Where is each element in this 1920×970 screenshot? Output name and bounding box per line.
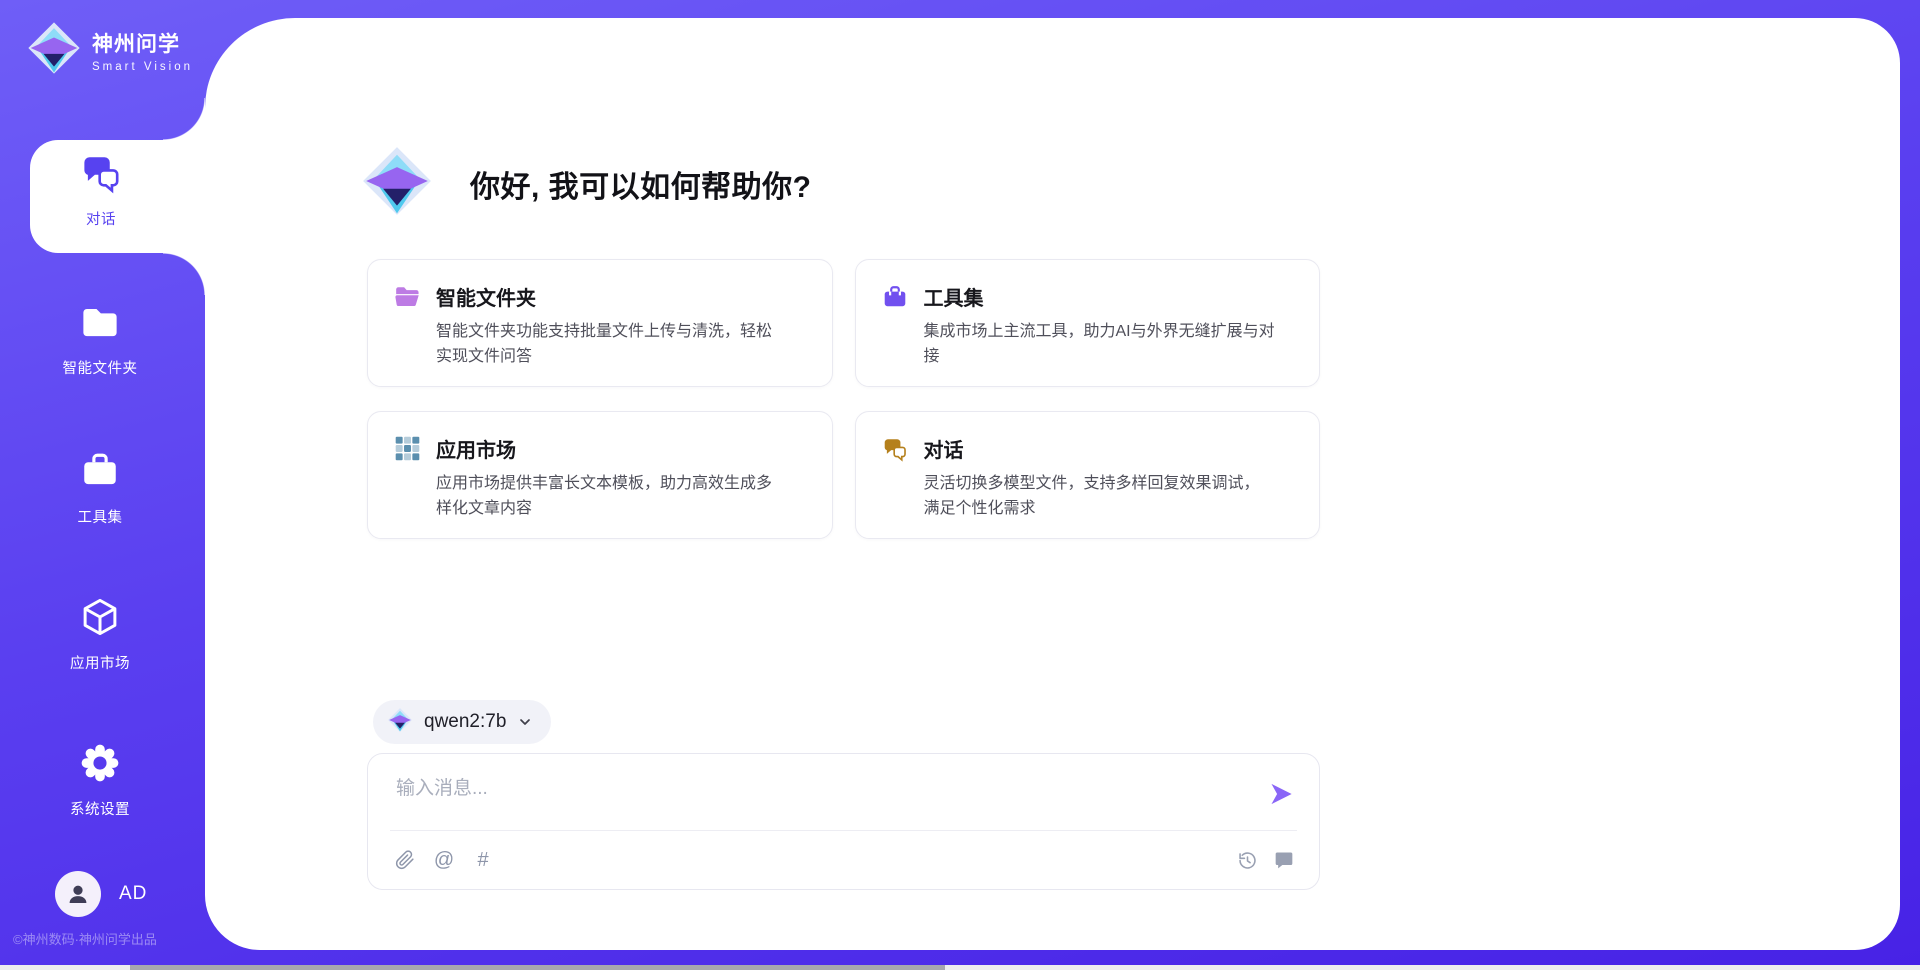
- sidebar-item-settings[interactable]: 系统设置: [0, 742, 200, 819]
- tab-fillet-bottom: [163, 253, 205, 295]
- sidebar-item-toolset[interactable]: 工具集: [0, 450, 200, 527]
- message-composer: @ #: [367, 753, 1320, 890]
- hashtag-icon[interactable]: #: [472, 849, 494, 871]
- card-smart-folder[interactable]: 智能文件夹 智能文件夹功能支持批量文件上传与清洗，轻松实现文件问答: [367, 259, 833, 387]
- card-description: 集成市场上主流工具，助力AI与外界无缝扩展与对接: [924, 320, 1294, 370]
- brand-subtitle: Smart Vision: [92, 61, 193, 73]
- horizontal-scrollbar-thumb[interactable]: [130, 965, 945, 970]
- message-input[interactable]: [394, 770, 1258, 808]
- folder-icon: [79, 303, 121, 348]
- card-chat[interactable]: 对话 灵活切换多模型文件，支持多样回复效果调试，满足个性化需求: [855, 411, 1321, 539]
- sidebar-item-app-market[interactable]: 应用市场: [0, 596, 200, 673]
- card-description: 智能文件夹功能支持批量文件上传与清洗，轻松实现文件问答: [436, 320, 806, 370]
- brand: 神州问学 Smart Vision: [26, 20, 193, 81]
- assistant-logo-icon: [360, 144, 434, 223]
- gear-icon: [79, 742, 121, 789]
- card-title: 对话: [924, 434, 964, 463]
- user-account[interactable]: AD: [55, 871, 147, 917]
- brand-logo-icon: [26, 20, 82, 81]
- greeting-title: 你好, 我可以如何帮助你?: [470, 162, 812, 206]
- grid-icon: [394, 436, 420, 462]
- card-description: 应用市场提供丰富长文本模板，助力高效生成多样化文章内容: [436, 472, 806, 522]
- model-name: qwen2:7b: [424, 711, 506, 733]
- brand-title: 神州问学: [92, 28, 193, 58]
- card-title: 智能文件夹: [436, 282, 536, 311]
- tab-fillet-top: [163, 98, 205, 140]
- chat-icon: [882, 436, 908, 462]
- history-icon[interactable]: [1236, 849, 1258, 871]
- sidebar-item-label: 工具集: [78, 506, 123, 527]
- conversations-icon[interactable]: [1273, 849, 1295, 871]
- mention-icon[interactable]: @: [433, 849, 455, 871]
- chat-icon: [80, 152, 122, 199]
- model-logo-icon: [387, 707, 413, 738]
- composer-divider: [390, 830, 1297, 831]
- card-app-market[interactable]: 应用市场 应用市场提供丰富长文本模板，助力高效生成多样化文章内容: [367, 411, 833, 539]
- card-toolset[interactable]: 工具集 集成市场上主流工具，助力AI与外界无缝扩展与对接: [855, 259, 1321, 387]
- briefcase-icon: [882, 284, 908, 310]
- sidebar-item-label: 对话: [86, 208, 116, 229]
- cube-icon: [79, 596, 121, 643]
- briefcase-icon: [79, 450, 121, 497]
- greeting: 你好, 我可以如何帮助你?: [360, 144, 812, 223]
- card-title: 应用市场: [436, 434, 516, 463]
- folder-open-icon: [394, 284, 420, 310]
- copyright-text: ©神州数码·神州问学出品: [13, 929, 157, 948]
- sidebar-item-label: 系统设置: [70, 798, 130, 819]
- card-title: 工具集: [924, 282, 984, 311]
- model-selector[interactable]: qwen2:7b: [373, 700, 551, 744]
- attachment-icon[interactable]: [394, 849, 416, 871]
- chevron-down-icon: [517, 714, 533, 730]
- feature-cards: 智能文件夹 智能文件夹功能支持批量文件上传与清洗，轻松实现文件问答 工具集 集成…: [367, 259, 1320, 539]
- sidebar-item-chat[interactable]: 对话: [6, 152, 196, 229]
- send-button[interactable]: [1267, 780, 1295, 808]
- sidebar-item-smart-folder[interactable]: 智能文件夹: [0, 303, 200, 378]
- card-description: 灵活切换多模型文件，支持多样回复效果调试，满足个性化需求: [924, 472, 1294, 522]
- sidebar-item-label: 智能文件夹: [63, 357, 138, 378]
- user-initials: AD: [119, 883, 147, 905]
- sidebar-item-label: 应用市场: [70, 652, 130, 673]
- avatar: [55, 871, 101, 917]
